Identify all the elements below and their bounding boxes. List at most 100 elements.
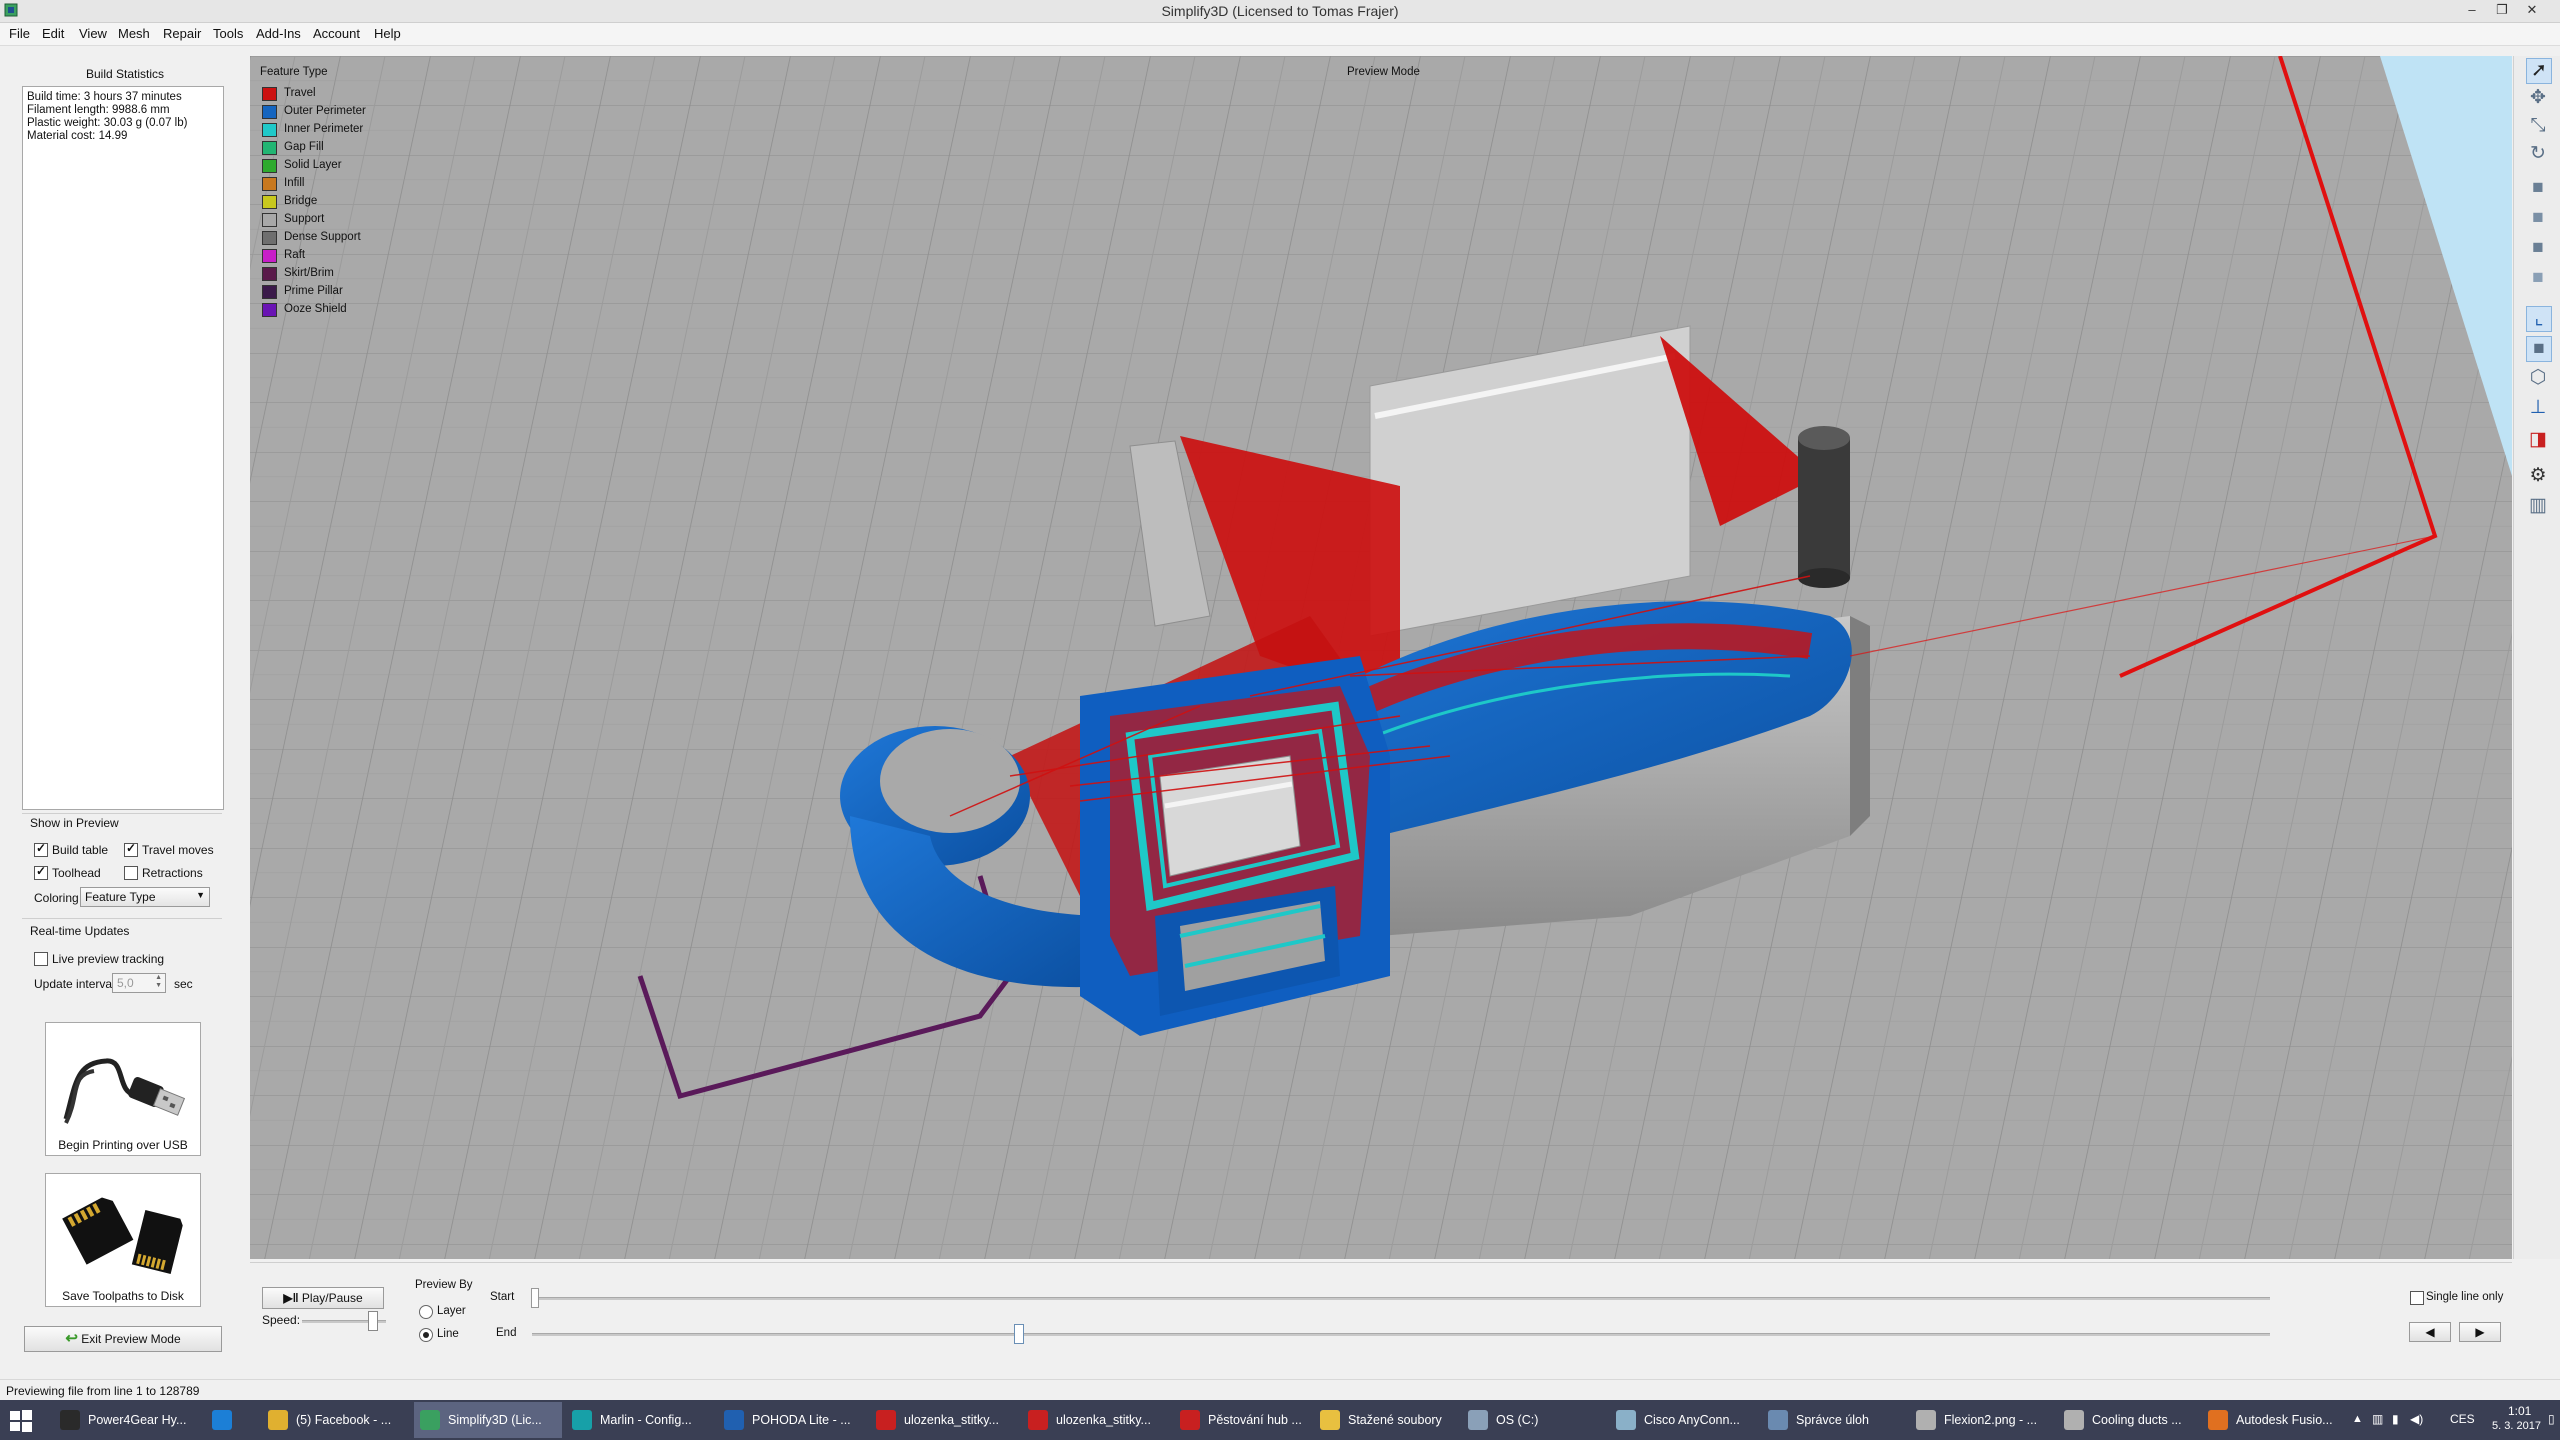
menu-repair[interactable]: Repair <box>163 26 201 41</box>
app-icon <box>1180 1410 1200 1430</box>
taskbar-item-label: Marlin - Config... <box>600 1413 692 1427</box>
legend-label: Inner Perimeter <box>284 123 364 135</box>
build-statistics-box: Build time: 3 hours 37 minutes Filament … <box>22 86 224 810</box>
exit-preview-button[interactable]: ↩ Exit Preview Mode <box>24 1326 222 1352</box>
live-preview-checkbox[interactable] <box>34 952 48 966</box>
step-forward-button[interactable]: ▶ <box>2459 1322 2501 1342</box>
build-table-checkbox[interactable] <box>34 841 48 857</box>
clock-date[interactable]: 5. 3. 2017 <box>2492 1420 2541 1432</box>
menu-view[interactable]: View <box>79 26 107 41</box>
taskbar-item[interactable]: Stažené soubory <box>1314 1402 1458 1438</box>
taskbar-item[interactable]: Cooling ducts ... <box>2058 1402 2198 1438</box>
menu-mesh[interactable]: Mesh <box>118 26 150 41</box>
build-table-label: Build table <box>52 843 109 857</box>
menu-addins[interactable]: Add-Ins <box>256 26 301 41</box>
wireframe-icon[interactable]: ⬡ <box>2526 366 2550 390</box>
legend-swatch <box>262 159 277 173</box>
taskbar-item[interactable]: Simplify3D (Lic... <box>414 1402 562 1438</box>
menu-tools[interactable]: Tools <box>213 26 243 41</box>
volume-icon[interactable]: ◀) <box>2410 1412 2423 1426</box>
update-interval-spinbox[interactable]: 5,0 ▲ ▼ <box>112 973 166 993</box>
clock-time[interactable]: 1:01 <box>2508 1404 2531 1418</box>
back-arrow-icon: ↩ <box>65 1330 78 1347</box>
taskbar-item[interactable]: Správce úloh <box>1762 1402 1906 1438</box>
line-radio-label: Line <box>437 1328 459 1340</box>
speed-slider[interactable] <box>368 1311 378 1331</box>
right-view-icon[interactable]: ■ <box>2526 266 2550 290</box>
normals-icon[interactable]: ⊥ <box>2526 396 2550 420</box>
retractions-checkbox[interactable] <box>124 866 138 880</box>
back-view-icon[interactable]: ■ <box>2526 206 2550 230</box>
settings-gear-icon[interactable]: ⚙ <box>2526 464 2550 488</box>
menu-edit[interactable]: Edit <box>42 26 64 41</box>
left-view-icon[interactable]: ■ <box>2526 236 2550 260</box>
app-icon <box>420 1410 440 1430</box>
usb-cable-icon <box>63 1058 186 1124</box>
select-icon[interactable]: ➚ <box>2526 58 2552 84</box>
coloring-label: Coloring <box>34 891 79 905</box>
toolhead-checkbox[interactable] <box>34 864 48 880</box>
end-slider[interactable] <box>1013 1324 1024 1344</box>
taskbar-item[interactable]: OS (C:) <box>1462 1402 1606 1438</box>
legend-label: Skirt/Brim <box>284 267 334 279</box>
legend-swatch <box>262 213 277 227</box>
taskbar-item[interactable]: Power4Gear Hy... <box>54 1402 202 1438</box>
3d-viewport[interactable]: Preview Mode Feature Type <box>250 56 2512 1259</box>
solid-view-icon[interactable]: ■ <box>2526 336 2552 362</box>
taskbar-item[interactable]: (5) Facebook - ... <box>262 1402 410 1438</box>
update-interval-value: 5,0 <box>117 976 134 990</box>
windows-start-icon[interactable] <box>10 1410 32 1432</box>
line-radio[interactable] <box>419 1328 433 1342</box>
taskbar-item[interactable] <box>206 1402 256 1438</box>
battery-icon[interactable]: ▮ <box>2392 1412 2399 1426</box>
menu-help[interactable]: Help <box>374 26 401 41</box>
move-icon[interactable]: ✥ <box>2526 86 2550 110</box>
start-label: Start <box>490 1291 515 1303</box>
taskbar-item[interactable]: POHODA Lite - ... <box>718 1402 866 1438</box>
axes-icon[interactable]: ⌞ <box>2526 306 2552 332</box>
taskbar-item[interactable]: Autodesk Fusio... <box>2202 1402 2350 1438</box>
taskbar-item-label: (5) Facebook - ... <box>296 1413 392 1427</box>
begin-printing-usb-button[interactable]: Begin Printing over USB <box>45 1022 201 1156</box>
front-view-icon[interactable]: ■ <box>2526 176 2550 200</box>
notifications-icon[interactable]: ▯ <box>2548 1412 2555 1426</box>
layer-radio[interactable] <box>419 1305 433 1319</box>
menu-account[interactable]: Account <box>313 26 360 41</box>
close-icon[interactable]: ✕ <box>2518 1 2546 19</box>
single-line-only-checkbox[interactable] <box>2410 1291 2424 1305</box>
coloring-select[interactable]: Feature Type ▼ <box>80 887 210 907</box>
network-icon[interactable]: ▥ <box>2372 1412 2383 1426</box>
cross-section-icon[interactable]: ◨ <box>2526 428 2550 452</box>
play-pause-button[interactable]: ▶‖ Play/Pause <box>262 1287 384 1309</box>
taskbar-item-label: Správce úloh <box>1796 1413 1869 1427</box>
legend-label: Gap Fill <box>284 141 324 153</box>
legend-label: Prime Pillar <box>284 285 343 297</box>
rotate-icon[interactable]: ↻ <box>2526 142 2550 166</box>
taskbar-item[interactable]: Marlin - Config... <box>566 1402 714 1438</box>
end-slider-track <box>532 1333 2270 1336</box>
step-back-button[interactable]: ◀ <box>2409 1322 2451 1342</box>
legend-title: Feature Type <box>260 66 328 78</box>
legend-swatch <box>262 141 277 155</box>
tray-expand-icon[interactable]: ▲ <box>2352 1413 2363 1425</box>
restore-icon[interactable]: ❐ <box>2488 1 2516 19</box>
menu-file[interactable]: File <box>9 26 30 41</box>
save-toolpaths-button[interactable]: Save Toolpaths to Disk <box>45 1173 201 1307</box>
travel-moves-checkbox[interactable] <box>124 841 138 857</box>
scale-icon[interactable]: ⤡ <box>2526 114 2550 138</box>
taskbar-item[interactable]: Cisco AnyConn... <box>1610 1402 1758 1438</box>
layers-icon[interactable]: ▥ <box>2526 494 2550 518</box>
legend-label: Bridge <box>284 195 318 207</box>
minimize-icon[interactable]: – <box>2458 1 2486 19</box>
language-indicator[interactable]: CES <box>2450 1412 2475 1426</box>
toolhead-label: Toolhead <box>52 866 101 880</box>
start-slider[interactable] <box>531 1288 539 1308</box>
taskbar-item[interactable]: Flexion2.png - ... <box>1910 1402 2054 1438</box>
taskbar-item-label: ulozenka_stitky... <box>1056 1413 1151 1427</box>
taskbar-item-label: Flexion2.png - ... <box>1944 1413 2038 1427</box>
save-toolpaths-label: Save Toolpaths to Disk <box>62 1289 184 1303</box>
taskbar-item[interactable]: ulozenka_stitky... <box>870 1402 1018 1438</box>
taskbar-item[interactable]: ulozenka_stitky... <box>1022 1402 1170 1438</box>
status-bar: Previewing file from line 1 to 128789 <box>0 1379 2560 1402</box>
taskbar-item[interactable]: Pěstování hub ... <box>1174 1402 1310 1438</box>
